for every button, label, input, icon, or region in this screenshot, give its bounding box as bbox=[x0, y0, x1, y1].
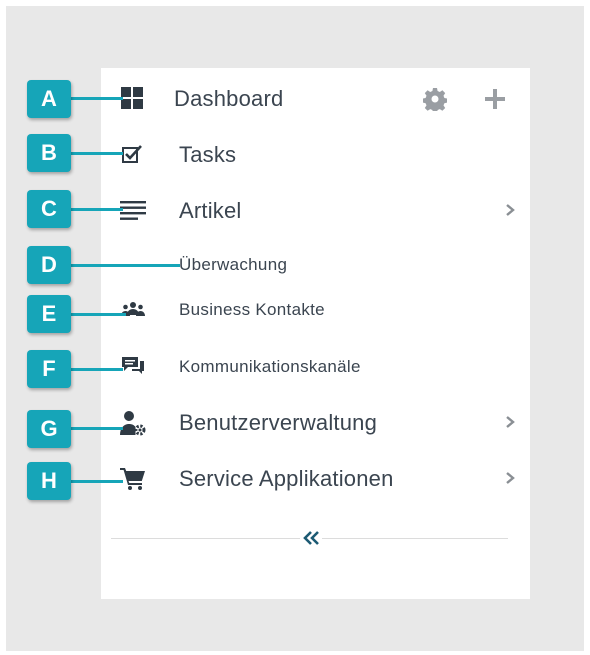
callout-g: G bbox=[27, 410, 71, 448]
chevron-right-icon bbox=[503, 412, 517, 432]
plus-icon[interactable] bbox=[483, 87, 507, 111]
chevron-right-icon bbox=[503, 468, 517, 488]
menu-item-label: Tasks bbox=[179, 142, 237, 167]
list-lines-icon bbox=[120, 200, 146, 220]
callout-f: F bbox=[27, 350, 71, 388]
callout-c: C bbox=[27, 190, 71, 228]
dashboard-icon bbox=[120, 86, 144, 110]
callout-leader-a bbox=[68, 97, 123, 100]
tasks-check-icon bbox=[121, 144, 143, 164]
menu-item-label: Artikel bbox=[179, 198, 242, 223]
chat-bubbles-icon bbox=[121, 356, 145, 376]
menu-item-dashboard[interactable]: Dashboard bbox=[101, 78, 530, 118]
menu-item-label: Kommunikationskanäle bbox=[179, 357, 361, 376]
menu-item-kommunikationskanaele[interactable]: Kommunikationskanäle bbox=[101, 346, 530, 386]
menu-item-business-kontakte[interactable]: Business Kontakte bbox=[101, 289, 530, 329]
gear-icon[interactable] bbox=[423, 87, 447, 111]
user-settings-icon bbox=[120, 410, 146, 436]
cart-icon bbox=[120, 468, 146, 490]
callout-leader-f bbox=[68, 368, 123, 371]
menu-item-artikel[interactable]: Artikel bbox=[101, 190, 530, 230]
menu-item-service-applikationen[interactable]: Service Applikationen bbox=[101, 458, 530, 498]
callout-b: B bbox=[27, 134, 71, 172]
callout-leader-h bbox=[68, 480, 123, 483]
double-chevron-left-icon[interactable] bbox=[300, 527, 322, 549]
callout-leader-d bbox=[68, 264, 180, 267]
menu-item-label: Dashboard bbox=[174, 86, 284, 111]
menu-item-label: Business Kontakte bbox=[179, 300, 325, 319]
menu-item-label: Überwachung bbox=[179, 255, 288, 274]
sidebar-menu: Dashboard Tasks Artikel Überwachung Busi… bbox=[101, 68, 530, 599]
menu-item-label: Benutzerverwaltung bbox=[179, 410, 378, 435]
callout-leader-c bbox=[68, 208, 123, 211]
callout-e: E bbox=[27, 295, 71, 333]
callout-h: H bbox=[27, 462, 71, 500]
menu-item-label: Service Applikationen bbox=[179, 466, 394, 491]
menu-item-benutzerverwaltung[interactable]: Benutzerverwaltung bbox=[101, 402, 530, 442]
callout-leader-g bbox=[68, 427, 123, 430]
menu-item-tasks[interactable]: Tasks bbox=[101, 134, 530, 174]
callout-a: A bbox=[27, 80, 71, 118]
callout-leader-b bbox=[68, 152, 123, 155]
callout-leader-e bbox=[68, 313, 126, 316]
chevron-right-icon bbox=[503, 200, 517, 220]
callout-d: D bbox=[27, 246, 71, 284]
